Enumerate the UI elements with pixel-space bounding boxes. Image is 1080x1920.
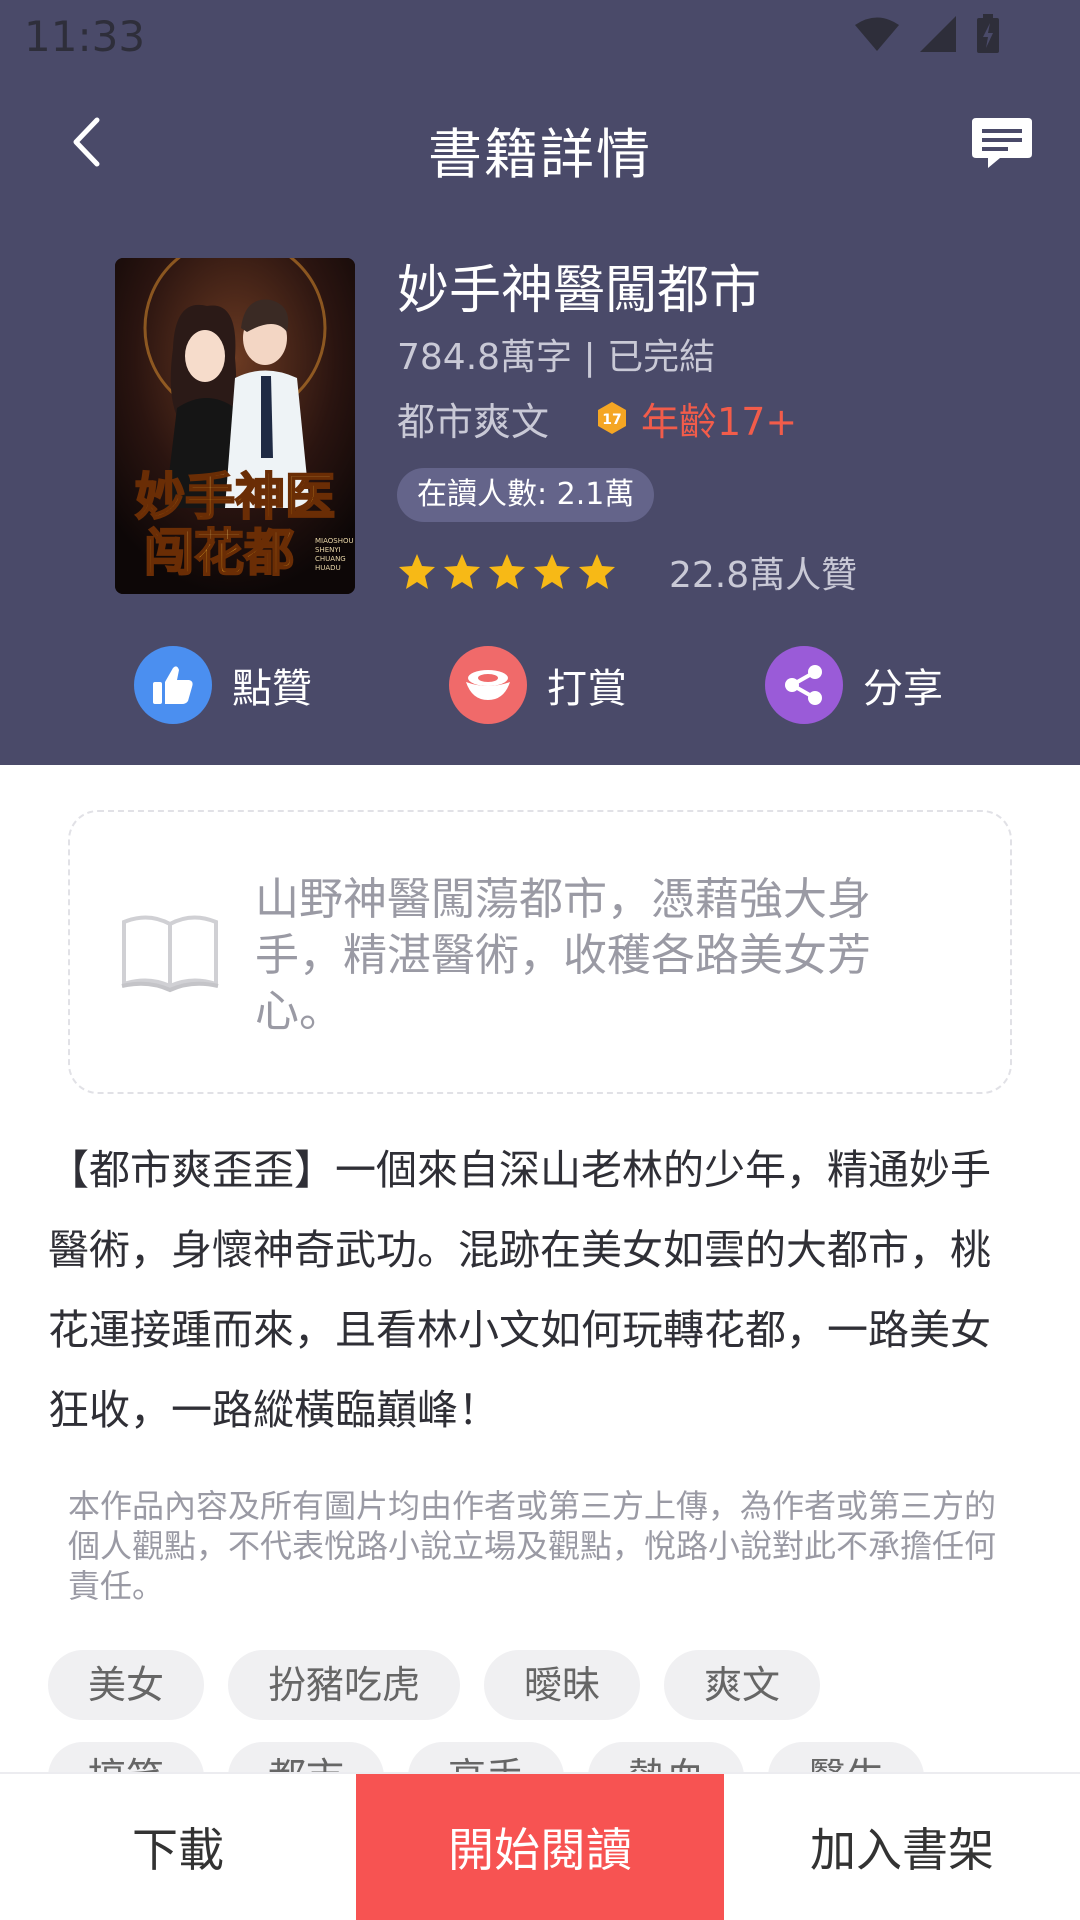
like-button[interactable]: 點贊	[134, 645, 312, 725]
age-rating-icon: 17	[598, 402, 627, 434]
share-icon	[765, 646, 843, 724]
signal-icon	[920, 16, 956, 52]
battery-icon	[977, 14, 999, 53]
svg-text:闯花都: 闯花都	[144, 524, 294, 582]
summary-card: 山野神醫闖蕩都市，憑藉強大身手，精湛醫術，收穫各路美女芳心。	[68, 810, 1012, 1094]
svg-text:HUADU: HUADU	[315, 564, 341, 572]
share-button[interactable]: 分享	[765, 645, 943, 725]
action-row: 點贊 打賞 分享	[0, 640, 1080, 730]
top-bar: 書籍詳情	[0, 92, 1080, 192]
open-book-icon	[121, 915, 219, 993]
status-icons	[854, 14, 1000, 54]
likes-count: 22.8萬人贊	[669, 555, 858, 596]
tag-chip[interactable]: 爽文	[664, 1650, 821, 1720]
like-label: 點贊	[232, 666, 312, 712]
download-button[interactable]: 下載	[0, 1774, 356, 1920]
book-info: 妙手神醫闖都市 784.8萬字 | 已完結 都市爽文 17 年齡17+ 在讀人數…	[397, 248, 1037, 602]
svg-text:妙手神医: 妙手神医	[135, 468, 335, 526]
reward-label: 打賞	[547, 666, 627, 712]
book-cover[interactable]: 妙手神医 闯花都 MIAOSHOU SHENYI CHUANG HUADU	[115, 258, 355, 594]
disclaimer-text: 本作品內容及所有圖片均由作者或第三方上傳，為作者或第三方的個人觀點，不代表悅路小…	[68, 1487, 997, 1605]
rating-stars	[397, 552, 617, 592]
summary-text: 山野神醫闖蕩都市，憑藉強大身手，精湛醫術，收穫各路美女芳心。	[255, 874, 871, 1037]
star-icon	[444, 554, 480, 589]
rating-row: 22.8萬人贊	[397, 542, 1037, 602]
status-time: 11:33	[24, 12, 146, 61]
svg-text:SHENYI: SHENYI	[315, 546, 341, 554]
wifi-icon	[855, 17, 899, 51]
book-cover-art: 妙手神医 闯花都 MIAOSHOU SHENYI CHUANG HUADU	[115, 258, 355, 594]
add-to-shelf-button[interactable]: 加入書架	[724, 1774, 1080, 1920]
status-bar: 11:33	[0, 0, 1080, 72]
star-icon	[489, 554, 525, 589]
svg-text:CHUANG: CHUANG	[315, 555, 346, 563]
book-genre: 都市爽文	[397, 399, 550, 444]
start-reading-button[interactable]: 開始閱讀	[356, 1774, 724, 1920]
tag-row: 美女 扮豬吃虎 曖昧 爽文	[48, 1650, 1048, 1720]
page-title: 書籍詳情	[428, 123, 652, 186]
tag-chip[interactable]: 美女	[48, 1650, 205, 1720]
svg-text:MIAOSHOU: MIAOSHOU	[315, 537, 354, 545]
share-label: 分享	[863, 666, 943, 712]
genre-row: 都市爽文 17 年齡17+	[397, 390, 1037, 446]
reward-button[interactable]: 打賞	[449, 645, 627, 725]
tag-chip[interactable]: 扮豬吃虎	[228, 1650, 461, 1720]
star-icon	[399, 554, 435, 589]
readers-count-badge: 在讀人數: 2.1萬	[397, 468, 655, 522]
book-description: 【都市爽歪歪】一個來自深山老林的少年，精通妙手醫術，身懷神奇武功。混跡在美女如雲…	[48, 1146, 991, 1434]
star-icon	[579, 554, 615, 589]
book-title: 妙手神醫闖都市	[397, 261, 762, 321]
book-meta: 784.8萬字 | 已完結	[397, 337, 716, 378]
age-rating-label: 年齡17+	[641, 399, 798, 444]
ingot-icon	[449, 646, 527, 724]
message-icon	[972, 118, 1032, 168]
thumbs-up-icon	[134, 646, 212, 724]
comments-button[interactable]	[970, 116, 1034, 172]
tag-chip[interactable]: 曖昧	[484, 1650, 641, 1720]
star-icon	[534, 554, 570, 589]
svg-text:17: 17	[602, 412, 621, 428]
bottom-bar: 下載 開始閱讀 加入書架	[0, 1772, 1080, 1920]
